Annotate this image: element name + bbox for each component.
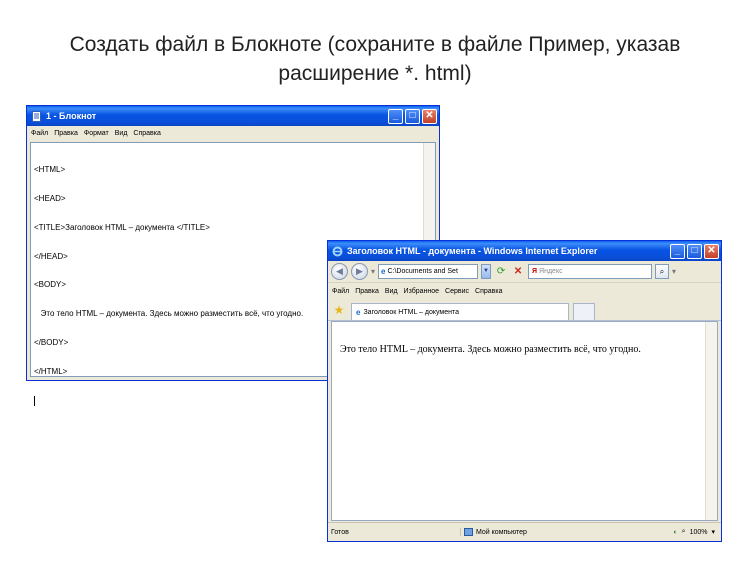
notepad-title: 1 - Блокнот [46, 111, 97, 121]
ie-titlebar[interactable]: Заголовок HTML - документа - Windows Int… [328, 241, 721, 261]
favorites-star-icon[interactable]: ★ [331, 303, 347, 317]
page-content: Это тело HTML – документа. Здесь можно р… [331, 321, 718, 521]
ie-icon [332, 246, 343, 256]
code-line: <HTML> [34, 165, 66, 175]
security-zone: Мой компьютер [460, 528, 610, 536]
menu-file[interactable]: Файл [31, 130, 48, 137]
forward-arrow-icon[interactable]: ▶ [351, 263, 368, 280]
address-input[interactable]: e C:\Documents and Set [378, 264, 479, 279]
code-line: <HEAD> [34, 193, 66, 203]
back-arrow-icon[interactable]: ◀ [331, 263, 348, 280]
menu-file[interactable]: Файл [332, 288, 349, 295]
ie-menubar: Файл Правка Вид Избранное Сервис Справка [328, 283, 721, 299]
zoom-level: 100% [689, 528, 708, 536]
page-body-text: Это тело HTML – документа. Здесь можно р… [340, 344, 641, 355]
notepad-titlebar[interactable]: 1 - Блокнот _ □ ✕ [27, 106, 439, 126]
protected-mode-icon: ◐ [673, 528, 678, 536]
search-icon[interactable]: ⌕ [655, 264, 670, 279]
stop-icon[interactable]: ✕ [511, 265, 525, 279]
search-options-icon[interactable]: ▾ [672, 267, 676, 276]
ie-window: Заголовок HTML - документа - Windows Int… [327, 240, 722, 542]
address-text: C:\Documents and Set [387, 268, 458, 275]
tab-bar: ★ e Заголовок HTML – документа [328, 299, 721, 321]
address-toolbar: ◀ ▶ ▾ e C:\Documents and Set ▼ ⟳ ✕ Я Янд… [328, 261, 721, 283]
page-icon: e [381, 267, 386, 276]
minimize-button[interactable]: _ [388, 108, 403, 124]
tab-current-page[interactable]: e Заголовок HTML – документа [351, 303, 569, 320]
close-button[interactable]: ✕ [422, 108, 437, 124]
vertical-scrollbar[interactable] [705, 322, 717, 520]
status-bar: Готов Мой компьютер ◐ ⌕ 100% ▾ [328, 522, 721, 541]
tab-label: Заголовок HTML – документа [363, 308, 460, 316]
refresh-icon[interactable]: ⟳ [494, 265, 508, 279]
status-ready: Готов [331, 528, 349, 536]
search-placeholder: Яндекс [539, 268, 563, 275]
menu-help[interactable]: Справка [475, 288, 502, 295]
history-dropdown-icon[interactable]: ▾ [371, 267, 375, 276]
maximize-button[interactable]: □ [687, 243, 702, 259]
menu-favorites[interactable]: Избранное [404, 288, 439, 295]
menu-view[interactable]: Вид [385, 288, 398, 295]
maximize-button[interactable]: □ [405, 108, 420, 124]
ie-title: Заголовок HTML - документа - Windows Int… [347, 246, 598, 256]
search-input[interactable]: Я Яндекс [528, 264, 653, 279]
magnifier-icon: ⌕ [681, 528, 686, 535]
close-button[interactable]: ✕ [704, 243, 719, 259]
code-line: <TITLE>Заголовок HTML – документа </TITL… [34, 222, 210, 232]
slide-title-line-2: расширение *. html) [278, 62, 472, 85]
menu-tools[interactable]: Сервис [445, 288, 469, 295]
menu-edit[interactable]: Правка [355, 288, 379, 295]
address-dropdown-button[interactable]: ▼ [481, 264, 492, 279]
slide-title-line-1: Создать файл в Блокноте (сохраните в фай… [69, 33, 681, 56]
zone-label: Мой компьютер [476, 528, 527, 536]
my-computer-icon [464, 528, 473, 536]
menu-format[interactable]: Формат [84, 130, 109, 137]
menu-help[interactable]: Справка [133, 130, 160, 137]
yandex-logo-icon: Я [532, 268, 538, 275]
page-icon: e [356, 307, 361, 317]
menu-edit[interactable]: Правка [54, 130, 78, 137]
minimize-button[interactable]: _ [670, 243, 685, 259]
new-tab-button[interactable] [573, 303, 595, 320]
notepad-menubar: Файл Правка Формат Вид Справка [27, 126, 439, 141]
zoom-control[interactable]: ◐ ⌕ 100% ▾ [673, 528, 721, 536]
chevron-down-icon: ▾ [711, 529, 715, 536]
slide-title: Создать файл в Блокноте (сохраните в фай… [20, 30, 730, 88]
text-caret [34, 396, 35, 407]
notepad-icon [32, 110, 41, 122]
menu-view[interactable]: Вид [115, 130, 128, 137]
